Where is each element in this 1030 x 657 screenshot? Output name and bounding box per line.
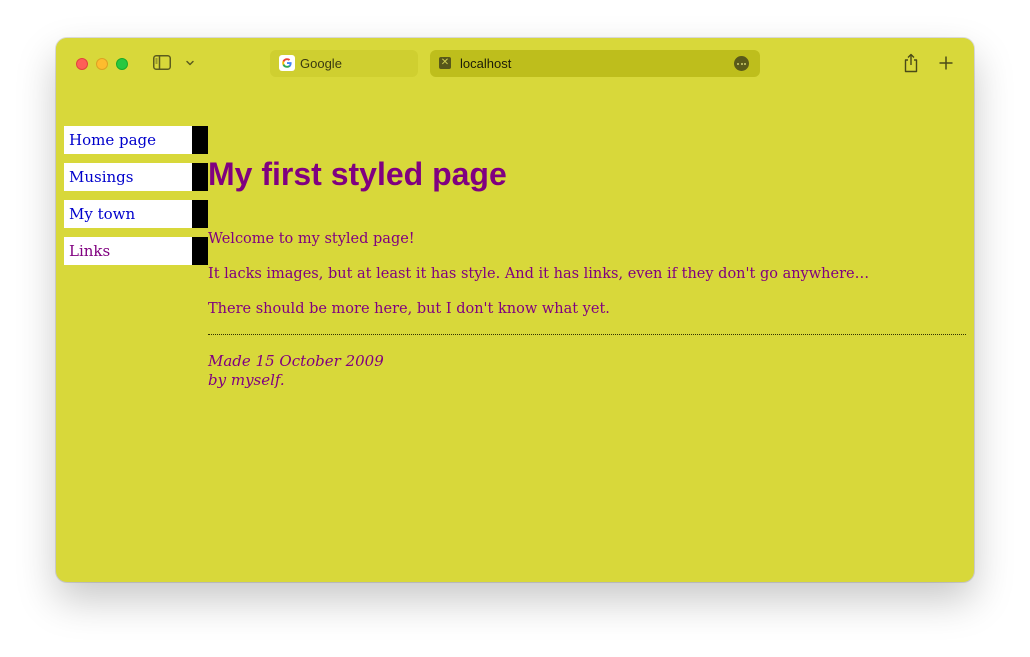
nav-link-musings[interactable]: Musings [69, 168, 133, 186]
nav-item-musings: Musings [64, 163, 208, 191]
more-options-icon[interactable] [734, 56, 749, 71]
footer-date: Made 15 October 2009 [208, 352, 384, 370]
plus-icon[interactable] [938, 55, 954, 71]
page-footer: Made 15 October 2009 by myself. [208, 352, 384, 390]
chevron-down-icon[interactable] [185, 58, 195, 68]
horizontal-rule [208, 334, 966, 335]
paragraph-more: There should be more here, but I don't k… [208, 301, 610, 317]
minimize-window-button[interactable] [96, 58, 108, 70]
share-icon[interactable] [902, 53, 920, 73]
close-window-button[interactable] [76, 58, 88, 70]
browser-window: Google ✕ localhost Home page Musings My … [56, 38, 974, 582]
nav-link-home[interactable]: Home page [69, 131, 156, 149]
paragraph-style: It lacks images, but at least it has sty… [208, 266, 870, 282]
nav-item-links: Links [64, 237, 208, 265]
tab-label: localhost [460, 56, 512, 71]
site-navigation: Home page Musings My town Links [64, 126, 208, 274]
browser-toolbar: Google ✕ localhost [56, 38, 974, 90]
web-page: Home page Musings My town Links My first… [56, 90, 974, 582]
nav-link-my-town[interactable]: My town [69, 205, 135, 223]
paragraph-welcome: Welcome to my styled page! [208, 231, 415, 247]
nav-item-my-town: My town [64, 200, 208, 228]
sidebar-toggle-icon[interactable] [153, 55, 171, 70]
nav-link-links[interactable]: Links [69, 242, 110, 260]
tab-google[interactable]: Google [270, 50, 418, 77]
footer-author: by myself. [208, 371, 285, 389]
tab-localhost[interactable]: ✕ localhost [430, 50, 760, 77]
maximize-window-button[interactable] [116, 58, 128, 70]
nav-item-home: Home page [64, 126, 208, 154]
broken-page-favicon-icon: ✕ [439, 57, 451, 69]
tab-label: Google [300, 56, 342, 71]
page-title: My first styled page [208, 156, 507, 192]
google-favicon-icon [279, 55, 295, 71]
